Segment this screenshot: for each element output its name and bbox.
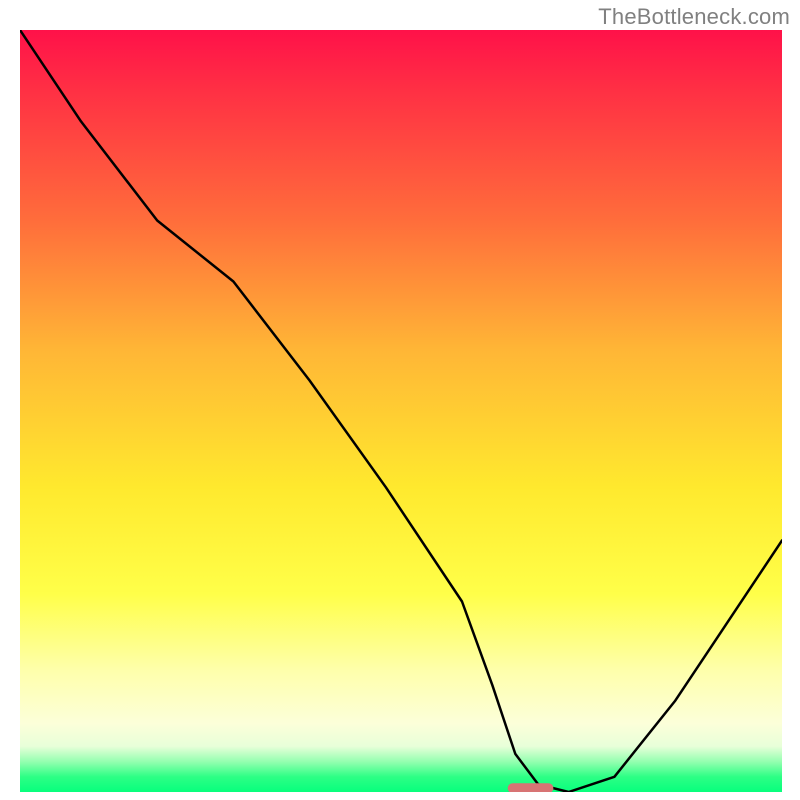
chart-svg: [20, 30, 782, 792]
plot-area: [20, 30, 782, 792]
watermark-text: TheBottleneck.com: [598, 4, 790, 30]
optimal-point-marker: [508, 783, 554, 792]
chart-wrap: TheBottleneck.com: [0, 0, 800, 800]
bottleneck-curve: [20, 30, 782, 792]
